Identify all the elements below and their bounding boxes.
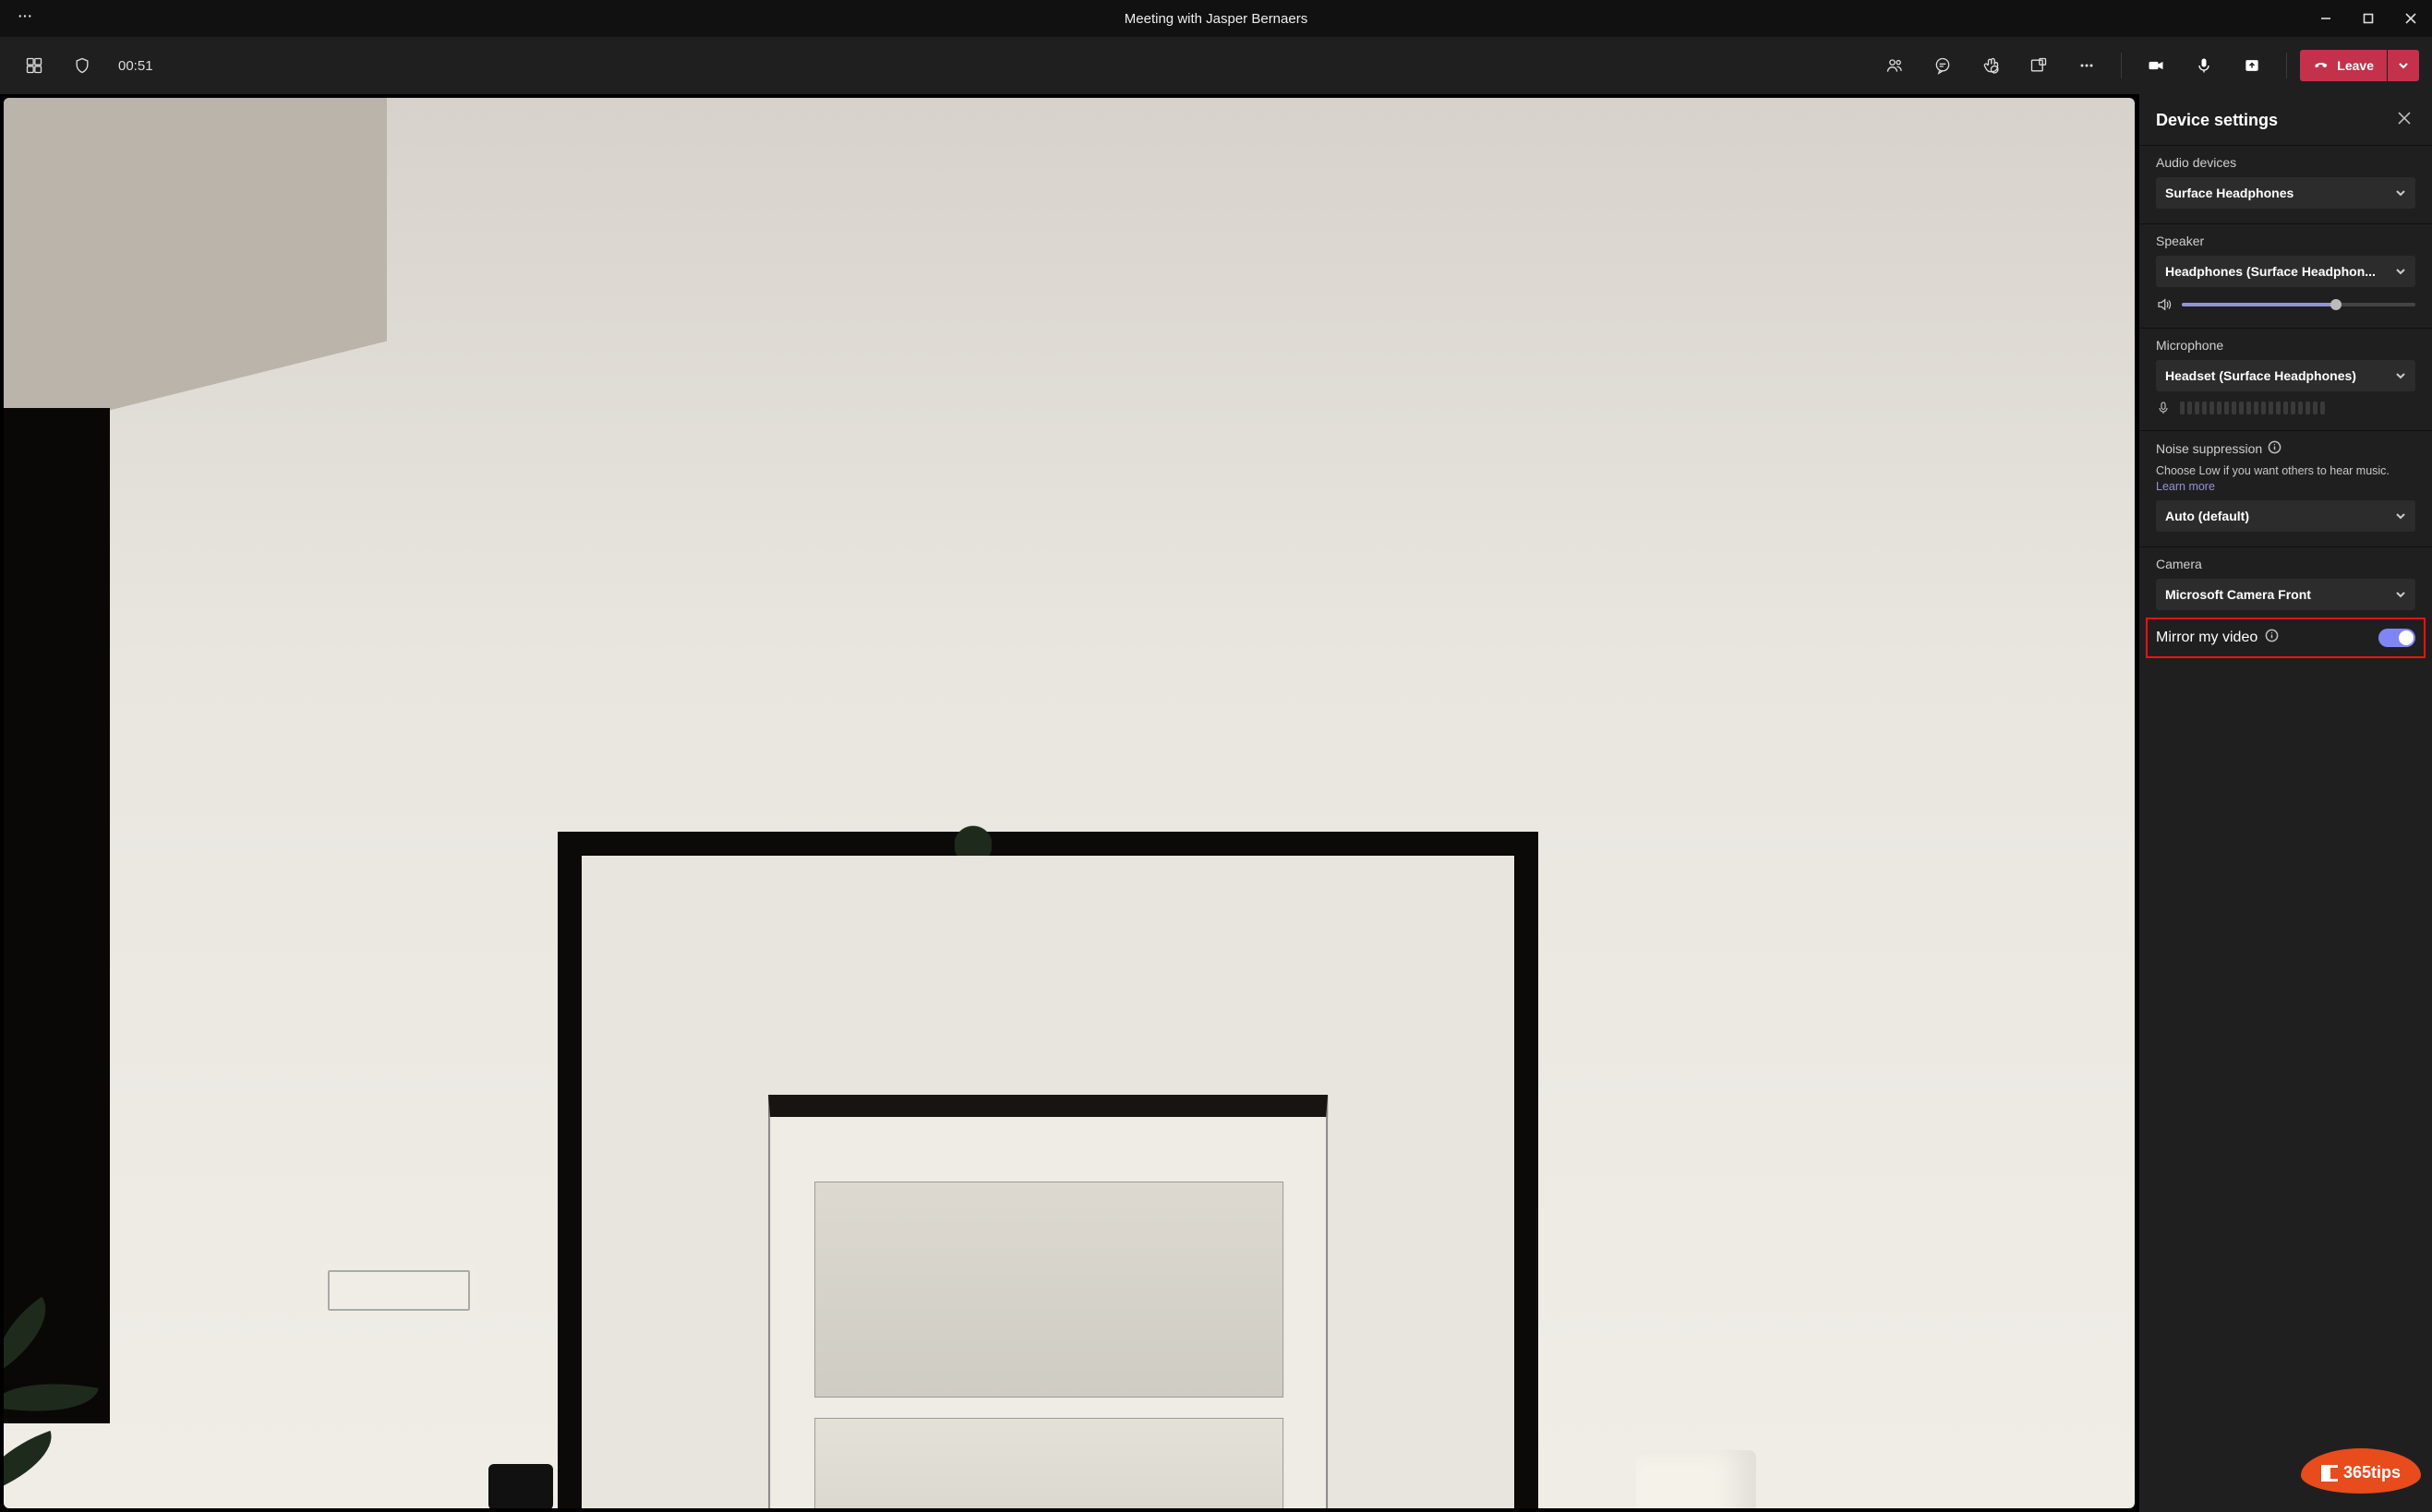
share-screen-icon[interactable] [2231,45,2273,86]
minimize-button[interactable] [2305,0,2347,37]
video-feed [4,98,2135,1508]
info-icon[interactable] [2268,440,2282,457]
noise-value: Auto (default) [2165,509,2388,523]
chevron-down-icon [2395,589,2406,600]
meeting-timer: 00:51 [118,58,153,74]
mic-toggle-icon[interactable] [2183,45,2225,86]
chevron-down-icon [2395,266,2406,277]
mirror-video-label: Mirror my video [2156,630,2257,646]
shield-icon[interactable] [61,45,103,86]
noise-hint: Choose Low if you want others to hear mu… [2156,464,2415,477]
panel-heading: Device settings [2156,111,2278,130]
learn-more-link[interactable]: Learn more [2156,480,2415,493]
microphone-value: Headset (Surface Headphones) [2165,368,2388,383]
speaker-value: Headphones (Surface Headphon... [2165,264,2388,279]
mic-level-icon [2156,401,2171,415]
title-bar: Meeting with Jasper Bernaers [0,0,2432,37]
noise-suppression-label: Noise suppression [2156,440,2415,457]
chat-icon[interactable] [1921,45,1964,86]
meeting-toolbar: 00:51 Leave [0,37,2432,94]
close-panel-icon[interactable] [2393,107,2415,134]
reactions-icon[interactable] [1969,45,2012,86]
separator [2121,53,2122,78]
meeting-title: Meeting with Jasper Bernaers [0,11,2432,27]
info-icon[interactable] [2265,629,2279,647]
maximize-button[interactable] [2347,0,2390,37]
audio-devices-value: Surface Headphones [2165,186,2388,200]
tips-badge: 365tips [2301,1448,2421,1494]
close-window-button[interactable] [2390,0,2432,37]
leave-options-button[interactable] [2388,50,2419,81]
more-app-icon[interactable] [17,8,33,30]
mic-level-meter [2180,402,2325,414]
camera-toggle-icon[interactable] [2135,45,2177,86]
people-icon[interactable] [1873,45,1916,86]
gallery-layout-icon[interactable] [13,45,55,86]
chevron-down-icon [2395,187,2406,198]
volume-slider[interactable] [2182,303,2415,306]
office-logo-icon [2321,1465,2338,1482]
more-actions-icon[interactable] [2065,45,2108,86]
speaker-dropdown[interactable]: Headphones (Surface Headphon... [2156,256,2415,287]
microphone-label: Microphone [2156,338,2415,353]
chevron-down-icon [2395,370,2406,381]
camera-label: Camera [2156,557,2415,571]
device-settings-panel: Device settings Audio devices Surface He… [2138,94,2432,1512]
noise-suppression-dropdown[interactable]: Auto (default) [2156,500,2415,532]
separator [2286,53,2287,78]
speaker-label: Speaker [2156,234,2415,248]
rooms-icon[interactable] [2017,45,2060,86]
tips-badge-label: 365tips [2343,1463,2401,1482]
audio-devices-dropdown[interactable]: Surface Headphones [2156,177,2415,209]
hangup-icon [2313,57,2330,74]
microphone-dropdown[interactable]: Headset (Surface Headphones) [2156,360,2415,391]
volume-icon [2156,296,2173,313]
chevron-down-icon [2395,510,2406,522]
audio-devices-label: Audio devices [2156,155,2415,170]
leave-button[interactable]: Leave [2300,50,2387,81]
camera-value: Microsoft Camera Front [2165,587,2388,602]
mirror-video-toggle[interactable] [2378,629,2415,647]
leave-label: Leave [2337,58,2374,73]
camera-dropdown[interactable]: Microsoft Camera Front [2156,579,2415,610]
